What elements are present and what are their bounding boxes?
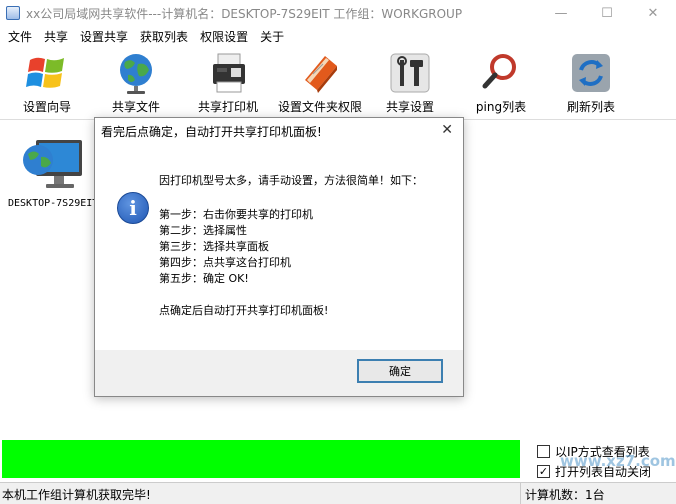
dialog-message-line: 因打印机型号太多，请手动设置，方法很简单！如下： <box>159 174 423 187</box>
refresh-icon <box>572 54 610 92</box>
tool-label: 刷新列表 <box>566 100 615 114</box>
computer-count: 计算机数：1台 <box>520 483 605 504</box>
windows-logo-icon <box>26 57 64 88</box>
menu-file[interactable]: 文件 <box>2 28 38 45</box>
tool-label: 共享文件 <box>111 100 160 114</box>
dialog-message-line: 点确定后自动打开共享打印机面板! <box>159 304 329 317</box>
refresh-list-button[interactable]: 刷新列表 <box>546 48 636 118</box>
maximize-button[interactable]: ☐ <box>584 0 630 26</box>
menu-bar: 文件 共享 设置共享 获取列表 权限设置 关于 <box>0 26 676 46</box>
message-dialog: 看完后点确定，自动打开共享打印机面板! ✕ i 因打印机型号太多，请手动设置，方… <box>94 117 464 397</box>
tools-icon <box>390 53 430 93</box>
tool-label: 设置文件夹权限 <box>277 100 362 114</box>
printer-icon <box>213 53 245 93</box>
dialog-message-line: 第二步：选择属性 <box>159 224 247 237</box>
dialog-message-line: 第三步：选择共享面板 <box>159 240 269 253</box>
menu-permissions[interactable]: 权限设置 <box>194 28 254 45</box>
computer-icon <box>23 140 82 188</box>
dialog-close-button[interactable]: ✕ <box>441 122 453 138</box>
dialog-title-bar: 看完后点确定，自动打开共享打印机面板! ✕ <box>95 118 463 144</box>
menu-about[interactable]: 关于 <box>254 28 290 45</box>
dialog-message-line: 第一步：右击你要共享的打印机 <box>159 208 313 221</box>
checkbox-box[interactable] <box>537 445 550 458</box>
progress-bar <box>2 440 520 478</box>
dialog-message-line: 第四步：点共享这台打印机 <box>159 256 291 269</box>
computer-name: DESKTOP-7S29EIT <box>8 198 99 209</box>
share-files-button[interactable]: 共享文件 <box>91 48 181 118</box>
ping-list-button[interactable]: ping列表 <box>456 48 546 118</box>
magnifier-icon <box>482 54 516 89</box>
dialog-message-line: 第五步：确定 OK! <box>159 272 249 285</box>
watermark: www.xz7.com <box>560 452 676 470</box>
dialog-title: 看完后点确定，自动打开共享打印机面板! <box>101 124 322 139</box>
menu-share[interactable]: 共享 <box>38 28 74 45</box>
minimize-button[interactable]: — <box>538 0 584 26</box>
tool-label: ping列表 <box>475 100 527 114</box>
tool-label: 共享打印机 <box>197 100 258 114</box>
app-icon <box>6 6 20 20</box>
share-settings-button[interactable]: 共享设置 <box>365 48 455 118</box>
info-icon: i <box>117 192 149 224</box>
menu-get-list[interactable]: 获取列表 <box>134 28 194 45</box>
globe-icon <box>120 54 152 94</box>
dialog-footer: 确定 <box>95 350 463 396</box>
computer-item[interactable]: DESKTOP-7S29EIT <box>8 130 98 209</box>
title-bar: xx公司局域网共享软件---计算机名：DESKTOP-7S29EIT 工作组：W… <box>0 0 676 26</box>
toolbar: 设置向导 共享文件 共享打印机 设置文件夹权限 共享设置 ping列表 刷新列表 <box>0 46 676 120</box>
setup-wizard-button[interactable]: 设置向导 <box>2 48 92 118</box>
notebook-icon <box>305 56 337 93</box>
window-title: xx公司局域网共享软件---计算机名：DESKTOP-7S29EIT 工作组：W… <box>26 6 463 21</box>
status-message: 本机工作组计算机获取完毕! <box>2 488 151 502</box>
tool-label: 共享设置 <box>385 100 434 114</box>
ok-button[interactable]: 确定 <box>357 359 443 383</box>
share-printer-button[interactable]: 共享打印机 <box>183 48 273 118</box>
checkbox-box[interactable]: ✓ <box>537 465 550 478</box>
dialog-body: i 因打印机型号太多，请手动设置，方法很简单！如下： 第一步：右击你要共享的打印… <box>95 144 463 350</box>
close-button[interactable]: ✕ <box>630 0 676 26</box>
tool-label: 设置向导 <box>22 100 71 114</box>
menu-share-settings[interactable]: 设置共享 <box>74 28 134 45</box>
window-controls: — ☐ ✕ <box>538 0 676 26</box>
folder-permissions-button[interactable]: 设置文件夹权限 <box>275 48 365 118</box>
status-bar: 本机工作组计算机获取完毕! 计算机数：1台 <box>0 482 676 504</box>
